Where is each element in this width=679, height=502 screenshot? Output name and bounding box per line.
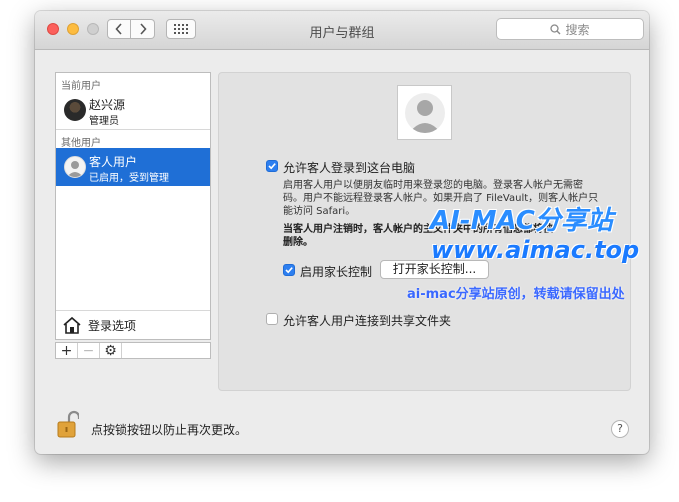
users-sidebar: 当前用户 赵兴源 管理员 其他用户 客人用户 已启用，受到管理 登录选项 xyxy=(55,72,211,340)
user-role: 管理员 xyxy=(89,116,119,127)
user-row-guest[interactable]: 客人用户 已启用，受到管理 xyxy=(56,148,210,186)
search-placeholder: 搜索 xyxy=(565,22,590,37)
login-options-item[interactable]: 登录选项 xyxy=(56,310,210,339)
user-row-zhao[interactable]: 赵兴源 管理员 xyxy=(56,91,210,129)
allow-shared-folders-checkbox[interactable] xyxy=(266,313,278,325)
guest-desc-line: 启用客人用户以便朋友临时用来登录您的电脑。登录客人帐户无需密 xyxy=(283,180,583,191)
allow-shared-folders-label[interactable]: 允许客人用户连接到共享文件夹 xyxy=(283,312,451,329)
checkmark-icon xyxy=(268,163,276,170)
parental-controls-label[interactable]: 启用家长控制 xyxy=(300,263,372,280)
lock-button[interactable] xyxy=(57,410,81,438)
remove-user-button[interactable]: − xyxy=(78,343,100,359)
lock-icon xyxy=(57,410,81,438)
add-user-button[interactable]: + xyxy=(56,343,78,359)
help-button[interactable]: ? xyxy=(611,420,629,438)
lock-message: 点按锁按钮以防止再次更改。 xyxy=(91,423,248,437)
other-users-label: 其他用户 xyxy=(61,138,101,149)
user-role: 已启用，受到管理 xyxy=(89,173,169,184)
allow-guest-login-label[interactable]: 允许客人登录到这台电脑 xyxy=(283,159,415,176)
login-options-label: 登录选项 xyxy=(88,318,137,333)
search-field[interactable]: 搜索 xyxy=(496,18,644,40)
avatar xyxy=(64,99,86,121)
search-icon xyxy=(550,23,561,34)
user-name: 赵兴源 xyxy=(89,98,126,112)
settings-gear-button[interactable]: ⚙ xyxy=(100,343,122,359)
current-users-label: 当前用户 xyxy=(61,81,101,92)
guest-picture[interactable] xyxy=(397,85,452,140)
parental-controls-checkbox[interactable] xyxy=(283,264,295,276)
title-bar: 用户与群组 搜索 xyxy=(35,11,649,50)
checkmark-icon xyxy=(285,267,293,274)
user-name: 客人用户 xyxy=(89,155,138,169)
allow-guest-login-checkbox[interactable] xyxy=(266,160,278,172)
watermark-title: AI-MAC分享站 xyxy=(430,206,613,236)
house-icon xyxy=(63,316,81,334)
watermark-url: www.aimac.top xyxy=(431,236,640,264)
watermark-notice: ai-mac分享站原创，转载请保留出处 xyxy=(407,287,625,302)
sidebar-toolbar: + − ⚙ xyxy=(55,342,211,359)
guest-avatar-icon xyxy=(404,92,445,133)
guest-avatar-icon xyxy=(64,156,86,178)
